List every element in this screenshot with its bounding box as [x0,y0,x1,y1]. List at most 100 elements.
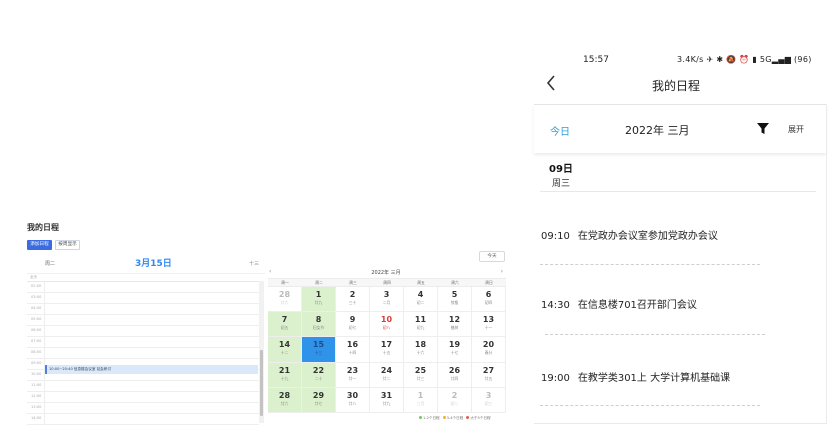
next-month-icon[interactable]: › [501,268,503,275]
hour-row[interactable]: 11:00 [27,381,259,392]
page-title: 我的日程 [27,223,59,232]
event-row[interactable]: 14:30 在信息楼701召开部门会议 [541,296,697,311]
calendar-day[interactable]: 28 廿六 [268,387,302,413]
hour-row[interactable]: 12:00 [27,392,259,403]
hour-row[interactable]: 05:00 [27,315,259,326]
weekday-label: 周一 [281,280,289,285]
calendar-day[interactable]: 14 十二 [268,337,302,363]
hour-row[interactable]: 03:00 [27,293,259,304]
day-lunar: 十七 [450,350,459,356]
event-row[interactable]: 09:10 在党政办会议室参加党政办会议 [541,227,718,242]
calendar-day[interactable]: 6 初四 [472,287,506,313]
hour-row[interactable]: 02:00 [27,282,259,293]
hour-row[interactable]: 14:00 [27,414,259,425]
day-number: 7 [281,315,288,325]
calendar-day[interactable]: 30 廿八 [336,387,370,413]
day-date: 3月15日 [135,259,172,269]
hour-row[interactable]: 07:00 [27,337,259,348]
day-lunar: 廿六 [280,300,289,305]
calendar-day[interactable]: 3 二月 [370,287,404,313]
hour-cell[interactable] [44,381,260,392]
day-number: 5 [451,290,458,299]
calendar-day[interactable]: 4 初二 [404,287,438,313]
filter-icon[interactable] [756,122,770,135]
hour-row[interactable]: 13:00 [27,403,259,414]
hour-cell[interactable] [44,403,260,414]
back-icon[interactable] [545,74,557,97]
calendar-day[interactable]: 13 十一 [472,312,506,338]
calendar-day[interactable]: 3 初三 [472,387,506,413]
today-link[interactable]: 今日 [550,123,570,138]
calendar-day[interactable]: 5 惊蛰 [438,287,472,313]
add-schedule-button[interactable]: 添加日程 [27,240,52,250]
hour-cell[interactable] [44,326,260,337]
day-lunar: 春分 [484,350,493,356]
day-number: 19 [448,340,461,350]
hour-row[interactable]: 06:00 [27,326,259,337]
calendar-day[interactable]: 17 十五 [370,337,404,363]
calendar-day[interactable]: 15 十三 [302,337,336,363]
calendar-day[interactable]: 21 十九 [268,362,302,388]
day-number: 30 [346,390,359,400]
legend-dot-icon [419,416,422,419]
hour-cell[interactable] [44,293,260,304]
calendar-day[interactable]: 8 妇女节 [302,312,336,338]
calendar-day[interactable]: 18 十六 [404,337,438,363]
calendar-day[interactable]: 2 三十 [336,287,370,313]
hour-cell[interactable] [44,392,260,403]
today-button[interactable]: 今天 [479,251,505,262]
calendar-day[interactable]: 26 廿四 [438,362,472,388]
calendar-day[interactable]: 2 初二 [438,387,472,413]
divider [540,405,760,406]
event-time: 14:30 [541,300,570,311]
hour-cell[interactable] [44,315,260,326]
status-icons: 3.4K/s ✈ ✱ 🔕 ⏰ ▮ 5G▂▄▆ (96) [677,55,812,64]
scrollbar-thumb[interactable] [260,350,263,416]
divider [540,191,816,192]
hour-row[interactable]: 08:00 [27,348,259,359]
year-month[interactable]: 2022年 三月 [625,122,690,138]
hour-cell[interactable] [44,282,260,293]
day-lunar: 廿七 [314,400,323,406]
hour-cell[interactable] [44,414,260,425]
hour-cell[interactable] [44,304,260,315]
calendar-day[interactable]: 31 廿九 [370,387,404,413]
event-time: 19:00 [541,373,570,384]
calendar-day[interactable]: 20 春分 [472,337,506,363]
calendar-day[interactable]: 7 初五 [268,312,302,338]
calendar-day[interactable]: 9 初七 [336,312,370,338]
calendar-day[interactable]: 22 二十 [302,362,336,388]
event-item[interactable]: 10:00~20:40 信息楼会议室 站会研讨 [45,365,258,374]
view-mode-button[interactable]: 按周显示 [55,240,80,250]
weekday-label: 周五 [417,280,425,285]
hour-cell[interactable] [44,337,260,348]
event-row[interactable]: 19:00 在教学类301上 大学计算机基础课 [541,369,730,384]
event-time: 09:10 [541,231,570,242]
hour-row[interactable]: 04:00 [27,304,259,315]
calendar-day[interactable]: 23 廿一 [336,362,370,388]
calendar-day[interactable]: 10 初八 [370,312,404,338]
day-weekday: 周二 [45,261,56,267]
calendar-day[interactable]: 16 十四 [336,337,370,363]
calendar-day[interactable]: 27 廿五 [472,362,506,388]
day-lunar: 三十 [348,300,357,305]
calendar-day[interactable]: 25 廿三 [404,362,438,388]
day-number: 22 [312,365,325,375]
calendar-day[interactable]: 28 廿六 [268,287,302,313]
hour-label: 13:00 [31,405,42,409]
calendar-day[interactable]: 1 廿九 [302,287,336,313]
phone-title: 我的日程 [652,79,701,93]
calendar-day[interactable]: 19 十七 [438,337,472,363]
hour-label: 02:00 [31,284,42,288]
calendar-day[interactable]: 12 植树 [438,312,472,338]
hour-grid: 02:00 03:00 04:00 05:00 06:00 07:00 08:00 09:00… [27,281,259,425]
expand-button[interactable]: 展开 [788,124,804,135]
calendar-day[interactable]: 24 廿二 [370,362,404,388]
day-number: 11 [414,315,427,325]
calendar-day[interactable]: 1 三月 [404,387,438,413]
day-lunar: 二十 [314,375,323,381]
day-number: 6 [485,290,492,299]
hour-cell[interactable] [44,348,260,359]
calendar-day[interactable]: 11 初九 [404,312,438,338]
calendar-day[interactable]: 29 廿七 [302,387,336,413]
